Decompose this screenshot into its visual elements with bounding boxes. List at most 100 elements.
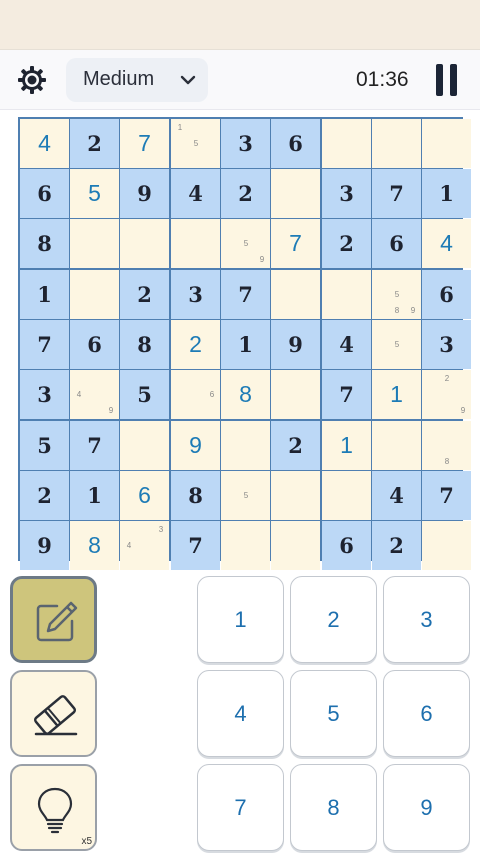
board-cell[interactable]: 6	[171, 370, 220, 419]
hint-button[interactable]: x5	[10, 764, 97, 851]
board-cell[interactable]: 3	[422, 320, 471, 369]
board-cell[interactable]	[70, 270, 119, 319]
pencil-mode-button[interactable]	[10, 576, 97, 663]
board-cell[interactable]	[271, 169, 320, 218]
board-cell[interactable]	[322, 270, 371, 319]
board-cell[interactable]	[120, 421, 169, 470]
given-digit: 3	[238, 131, 253, 156]
board-cell[interactable]: 2	[221, 169, 270, 218]
board-cell[interactable]	[221, 521, 270, 570]
board-cell[interactable]: 7	[70, 421, 119, 470]
board-cell[interactable]: 2	[20, 471, 69, 520]
board-cell[interactable]: 6	[422, 270, 471, 319]
board-cell[interactable]: 6	[372, 219, 421, 268]
board-cell[interactable]: 49	[70, 370, 119, 419]
board-cell[interactable]	[171, 219, 220, 268]
board-cell[interactable]: 9	[20, 521, 69, 570]
board-cell[interactable]: 5	[120, 370, 169, 419]
number-key[interactable]: 1	[197, 576, 284, 663]
board-cell[interactable]: 4	[20, 119, 69, 168]
board-cell[interactable]: 1	[372, 370, 421, 419]
board-cell[interactable]: 7	[120, 119, 169, 168]
board-cell[interactable]: 1	[70, 471, 119, 520]
board-cell[interactable]	[271, 370, 320, 419]
board-cell[interactable]	[271, 270, 320, 319]
board-cell[interactable]	[422, 119, 471, 168]
pencil-note: 8	[444, 457, 450, 466]
board-cell[interactable]: 2	[171, 320, 220, 369]
board-cell[interactable]: 2	[322, 219, 371, 268]
board-cell[interactable]: 7	[20, 320, 69, 369]
board-cell[interactable]: 6	[322, 521, 371, 570]
board-cell[interactable]: 3	[221, 119, 270, 168]
board-cell[interactable]	[221, 421, 270, 470]
board-cell[interactable]	[372, 421, 421, 470]
board-cell[interactable]: 5 8 9	[372, 270, 421, 319]
board-cell[interactable]: 2	[70, 119, 119, 168]
entered-digit	[322, 119, 371, 168]
board-cell[interactable]: 15	[171, 119, 220, 168]
board-cell[interactable]: 7	[372, 169, 421, 218]
gear-icon[interactable]	[16, 64, 48, 96]
board-cell[interactable]: 9	[120, 169, 169, 218]
board-cell[interactable]: 1	[20, 270, 69, 319]
board-cell[interactable]: 4	[322, 320, 371, 369]
board-cell[interactable]: 5	[221, 471, 270, 520]
board-cell[interactable]: 8	[70, 521, 119, 570]
number-key[interactable]: 5	[290, 670, 377, 757]
board-cell[interactable]	[271, 521, 320, 570]
number-key[interactable]: 9	[383, 764, 470, 851]
board-cell[interactable]: 2	[120, 270, 169, 319]
board-cell[interactable]: 6	[271, 119, 320, 168]
board-cell[interactable]: 5	[372, 320, 421, 369]
board-cell[interactable]: 4	[372, 471, 421, 520]
board-cell[interactable]: 6	[20, 169, 69, 218]
board-cell[interactable]: 7	[171, 521, 220, 570]
number-key[interactable]: 6	[383, 670, 470, 757]
board-cell[interactable]: 5	[20, 421, 69, 470]
board-cell[interactable]: 5	[70, 169, 119, 218]
board-cell[interactable]: 9	[171, 421, 220, 470]
board-cell[interactable]	[422, 521, 471, 570]
board-cell[interactable]: 7	[322, 370, 371, 419]
number-key[interactable]: 8	[290, 764, 377, 851]
board-cell[interactable]	[322, 471, 371, 520]
given-digit: 7	[389, 181, 404, 206]
board-cell[interactable]: 4	[422, 219, 471, 268]
board-cell[interactable]: 8	[422, 421, 471, 470]
board-cell[interactable]: 8	[20, 219, 69, 268]
board-cell[interactable]	[70, 219, 119, 268]
number-key[interactable]: 4	[197, 670, 284, 757]
eraser-button[interactable]	[10, 670, 97, 757]
board-cell[interactable]: 6	[70, 320, 119, 369]
board-cell[interactable]: 59	[221, 219, 270, 268]
board-cell[interactable]: 3	[322, 169, 371, 218]
difficulty-dropdown[interactable]: Medium	[66, 58, 208, 102]
number-key[interactable]: 2	[290, 576, 377, 663]
number-key[interactable]: 3	[383, 576, 470, 663]
pause-icon[interactable]	[436, 64, 458, 96]
board-cell[interactable]: 2	[271, 421, 320, 470]
board-cell[interactable]	[271, 471, 320, 520]
board-cell[interactable]: 34	[120, 521, 169, 570]
board-cell[interactable]	[322, 119, 371, 168]
board-cell[interactable]	[120, 219, 169, 268]
number-key[interactable]: 7	[197, 764, 284, 851]
board-cell[interactable]: 8	[171, 471, 220, 520]
board-cell[interactable]	[372, 119, 421, 168]
board-cell[interactable]: 7	[271, 219, 320, 268]
board-cell[interactable]: 29	[422, 370, 471, 419]
board-cell[interactable]: 2	[372, 521, 421, 570]
board-cell[interactable]: 7	[221, 270, 270, 319]
board-cell[interactable]: 1	[322, 421, 371, 470]
board-cell[interactable]: 3	[20, 370, 69, 419]
board-cell[interactable]: 6	[120, 471, 169, 520]
board-cell[interactable]: 1	[221, 320, 270, 369]
board-cell[interactable]: 9	[271, 320, 320, 369]
board-cell[interactable]: 8	[221, 370, 270, 419]
board-cell[interactable]: 4	[171, 169, 220, 218]
board-cell[interactable]: 3	[171, 270, 220, 319]
board-cell[interactable]: 1	[422, 169, 471, 218]
board-cell[interactable]: 7	[422, 471, 471, 520]
board-cell[interactable]: 8	[120, 320, 169, 369]
